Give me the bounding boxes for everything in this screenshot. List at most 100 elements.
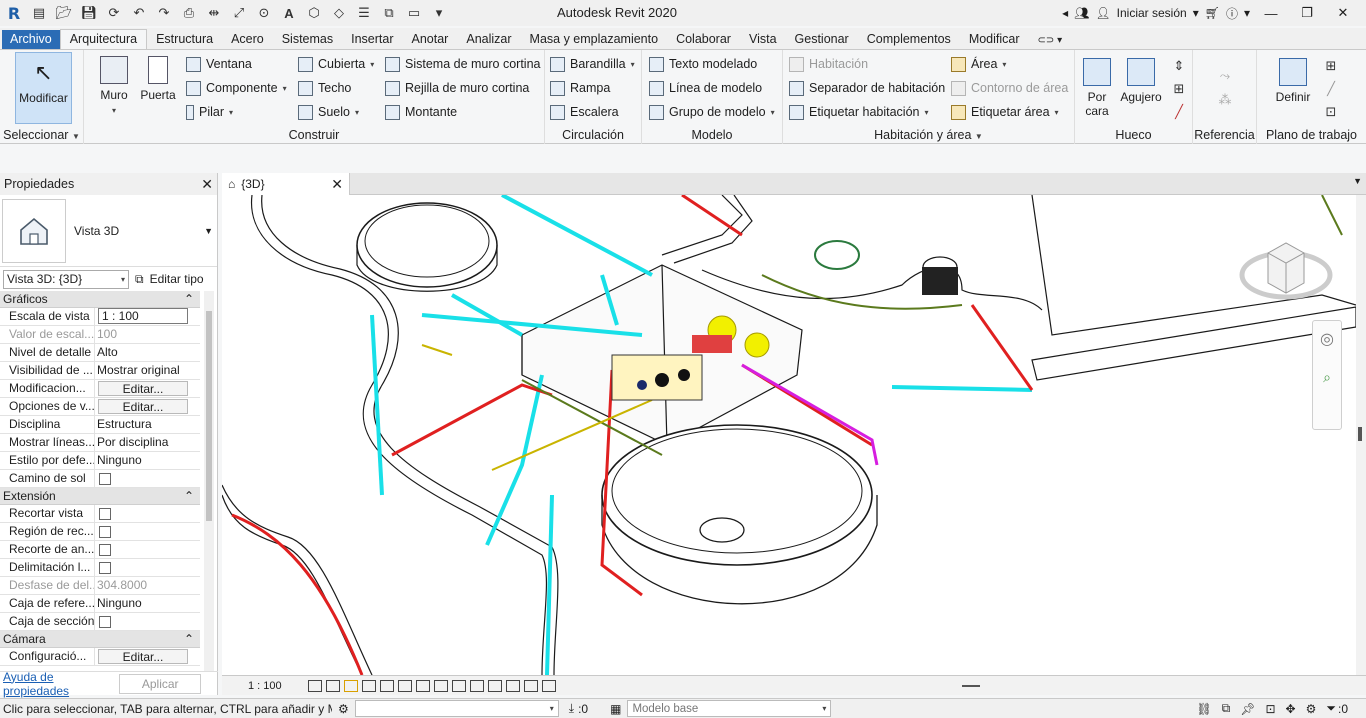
tab-archivo[interactable]: Archivo (2, 30, 60, 49)
dimension-icon[interactable]: ⤢ (229, 3, 249, 23)
view-scale[interactable]: 1 : 100 (248, 680, 308, 692)
tab-insertar[interactable]: Insertar (342, 30, 402, 49)
design-options-icon[interactable]: ▦ (610, 702, 621, 716)
temp-hide-icon[interactable] (452, 679, 466, 692)
measure-icon[interactable]: ⇹ (204, 3, 224, 23)
tab-complementos[interactable]: Complementos (858, 30, 960, 49)
zoom-icon[interactable]: ⌕ (1313, 369, 1341, 386)
constraints-icon[interactable] (542, 679, 556, 692)
close-window-button[interactable]: ✕ (1328, 5, 1358, 21)
revit-logo[interactable]: R (4, 3, 24, 23)
model-line-button[interactable]: Línea de modelo (649, 78, 762, 98)
railing-button[interactable]: Barandilla ▾ (550, 54, 635, 74)
by-face-button[interactable]: Por cara (1079, 58, 1115, 118)
section-icon[interactable]: ◇ (329, 3, 349, 23)
curtain-system-button[interactable]: Sistema de muro cortina (385, 54, 540, 74)
view-scale-input[interactable]: 1 : 100 (98, 308, 188, 324)
room-button[interactable]: Habitación (789, 54, 868, 74)
property-edit-button[interactable]: Editar... (98, 399, 188, 414)
customize-qat-icon[interactable]: ▾ (429, 3, 449, 23)
component-button[interactable]: Componente ▾ (186, 78, 287, 98)
viewport-hscroll[interactable] (962, 685, 980, 687)
panel-title-habitacion[interactable]: Habitación y área ▼ (783, 128, 1074, 142)
workset-select[interactable]: ▾ (354, 700, 559, 717)
property-section[interactable]: Gráficos ⌃ (0, 291, 200, 308)
filter-icon[interactable]: ⤓ (569, 701, 574, 716)
viewer-icon[interactable]: ⊡ (1321, 102, 1341, 122)
arrow-left-icon[interactable]: ◂ (1062, 6, 1068, 20)
type-selector[interactable]: Vista 3D ▼ (0, 195, 217, 267)
highlight-icon[interactable] (524, 679, 538, 692)
properties-help-link[interactable]: Ayuda de propiedades (3, 670, 119, 698)
sign-in-button[interactable]: Iniciar sesión (1117, 6, 1187, 20)
window-button[interactable]: Ventana (186, 54, 252, 74)
column-button[interactable]: Pilar ▾ (186, 102, 233, 122)
tab-modificar[interactable]: Modificar (960, 30, 1029, 49)
background-process-icon[interactable]: ⚙ (1306, 702, 1317, 716)
tag-icon[interactable]: ⊙ (254, 3, 274, 23)
select-underlay-icon[interactable]: ⧉ (1222, 701, 1231, 716)
select-links-icon[interactable]: ⛓ (1196, 702, 1211, 716)
mullion-button[interactable]: Montante (385, 102, 457, 122)
panel-title-seleccionar[interactable]: Seleccionar ▼ (0, 128, 83, 142)
collapse-icon[interactable]: ⌃ (184, 489, 194, 503)
property-checkbox[interactable] (99, 473, 111, 485)
room-separator-button[interactable]: Separador de habitación (789, 78, 945, 98)
close-icon[interactable]: ✕ (201, 176, 213, 193)
properties-scrollbar[interactable] (204, 291, 214, 671)
select-by-face-icon[interactable]: ⊡ (1265, 702, 1275, 716)
edit-type-button[interactable]: Editar tipo (150, 272, 204, 286)
ramp-button[interactable]: Rampa (550, 78, 610, 98)
property-checkbox[interactable] (99, 616, 111, 628)
stair-button[interactable]: Escalera (550, 102, 619, 122)
reveal-hidden-icon[interactable] (470, 679, 484, 692)
worksets-icon[interactable]: ⚙ (338, 702, 349, 716)
navigation-bar[interactable]: ◎ ⌕ (1312, 320, 1342, 430)
switch-windows-icon[interactable]: ▭ (404, 3, 424, 23)
print-icon[interactable]: ⎙ (179, 3, 199, 23)
roof-button[interactable]: Cubierta ▾ (298, 54, 374, 74)
ribbon-toggle-icon[interactable]: ⊂⊃ ▾ (1029, 33, 1072, 49)
tab-arquitectura[interactable]: Arquitectura (59, 29, 148, 49)
3d-viewport[interactable]: ◎ ⌕ (222, 195, 1356, 675)
ceiling-button[interactable]: Techo (298, 78, 351, 98)
close-icon[interactable]: ✕ (331, 176, 343, 193)
tab-sistemas[interactable]: Sistemas (273, 30, 342, 49)
show-work-plane-icon[interactable]: ⊞ (1321, 56, 1341, 76)
dormer-opening-icon[interactable]: ╱ (1169, 102, 1189, 122)
property-value[interactable]: Ninguno (95, 595, 200, 612)
model-text-button[interactable]: Texto modelado (649, 54, 757, 74)
chevron-down-icon[interactable]: ▾ (1193, 6, 1199, 20)
minimize-button[interactable]: — (1256, 6, 1286, 21)
wall-opening-icon[interactable]: ⇕ (1169, 56, 1189, 76)
property-value[interactable]: Alto (95, 344, 200, 361)
home-icon[interactable]: ▤ (29, 3, 49, 23)
property-value[interactable]: Ninguno (95, 452, 200, 469)
collapse-icon[interactable]: ⌃ (184, 632, 194, 646)
tab-colaborar[interactable]: Colaborar (667, 30, 740, 49)
modify-button[interactable]: ↖ Modificar (15, 52, 72, 124)
show-crop-icon[interactable] (416, 679, 430, 692)
redo-icon[interactable]: ↷ (154, 3, 174, 23)
restore-button[interactable]: ❐ (1292, 5, 1322, 21)
tab-analizar[interactable]: Analizar (457, 30, 520, 49)
analytical-model-icon[interactable] (506, 679, 520, 692)
tab-masa[interactable]: Masa y emplazamiento (521, 30, 668, 49)
property-value[interactable]: Por disciplina (95, 434, 200, 451)
render-icon[interactable] (380, 679, 394, 692)
area-boundary-button[interactable]: Contorno de área (951, 78, 1068, 98)
tab-vista[interactable]: Vista (740, 30, 786, 49)
property-value[interactable]: Estructura (95, 416, 200, 433)
3d-view-icon[interactable]: ⬡ (304, 3, 324, 23)
undo-icon[interactable]: ↶ (129, 3, 149, 23)
tab-gestionar[interactable]: Gestionar (786, 30, 858, 49)
property-checkbox[interactable] (99, 508, 111, 520)
worksharing-icon[interactable] (488, 679, 502, 692)
wall-button[interactable]: Muro ▾ (94, 56, 134, 116)
property-checkbox[interactable] (99, 544, 111, 556)
view-cube[interactable] (1238, 235, 1334, 305)
tab-acero[interactable]: Acero (222, 30, 273, 49)
vertical-opening-icon[interactable]: ⊞ (1169, 79, 1189, 99)
select-pinned-icon[interactable]: 📌︎ (1240, 702, 1255, 716)
property-checkbox[interactable] (99, 526, 111, 538)
